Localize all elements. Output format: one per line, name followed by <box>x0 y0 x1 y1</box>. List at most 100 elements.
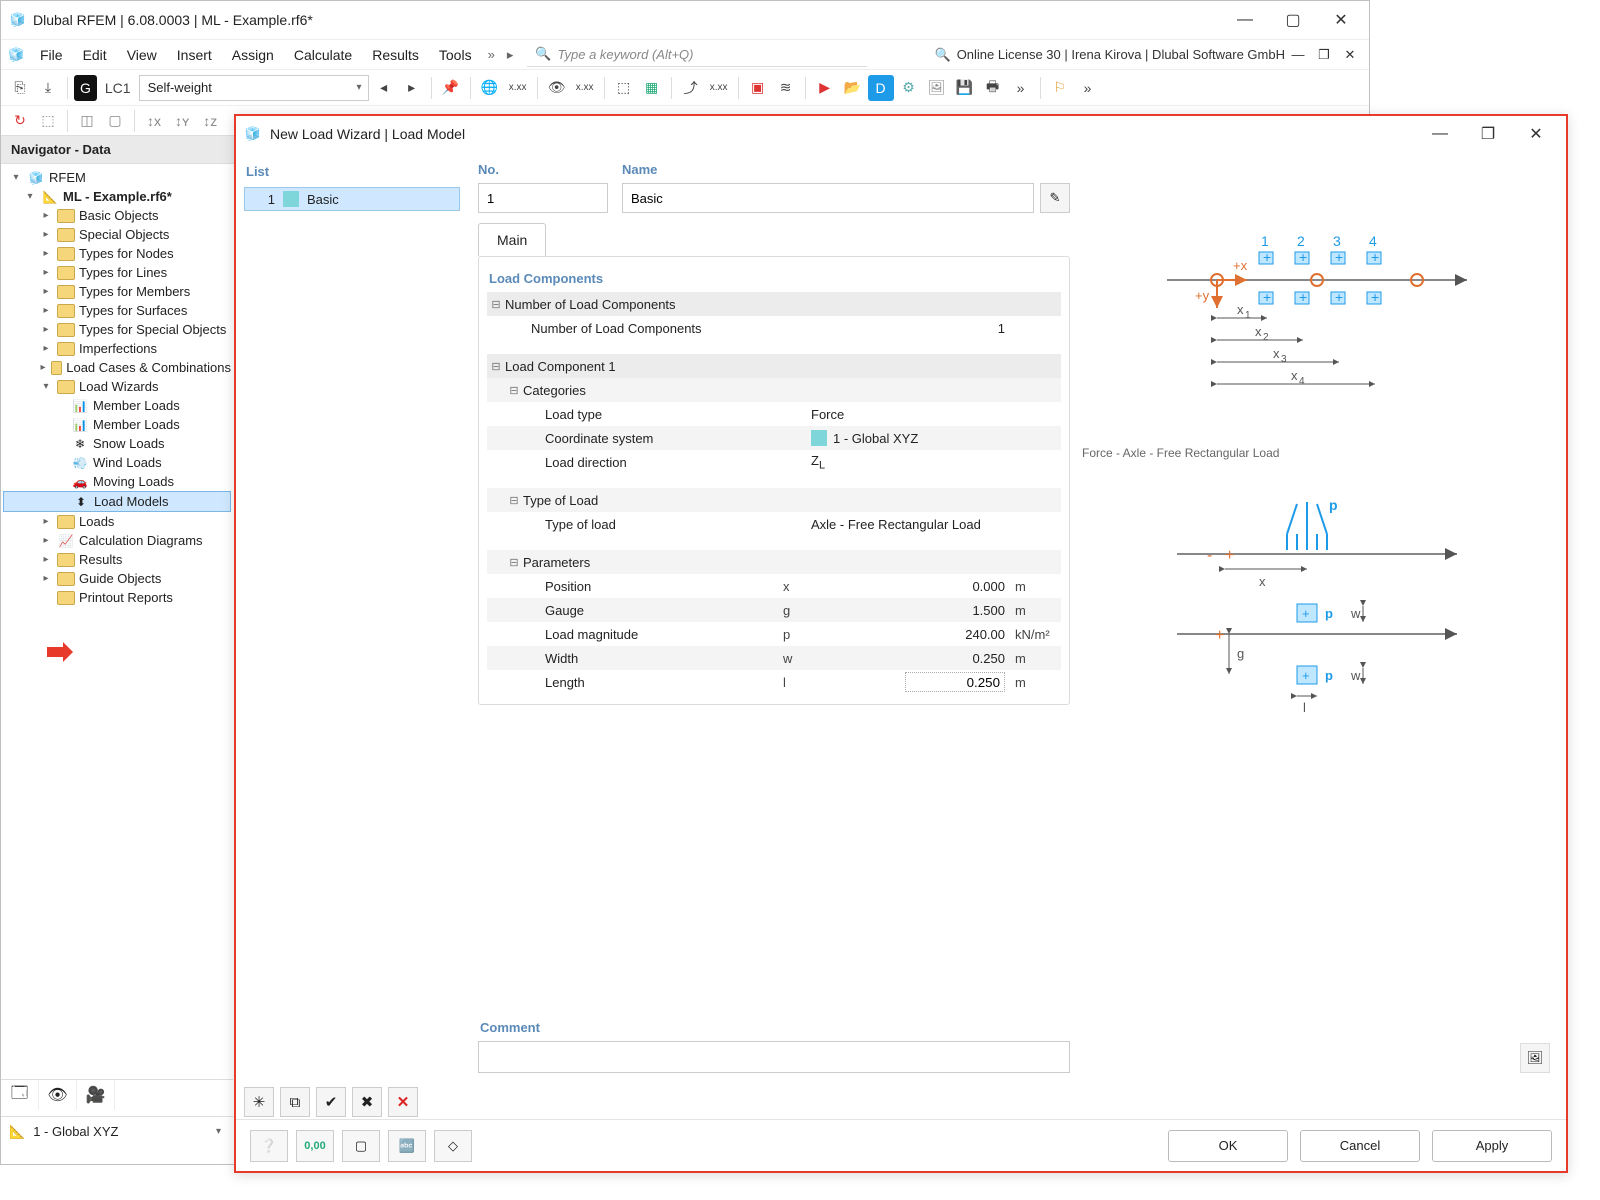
expand-icon[interactable]: ▸ <box>39 210 53 221</box>
menu-insert[interactable]: Insert <box>167 43 222 67</box>
collapse-icon[interactable]: ⊟ <box>505 494 523 507</box>
expand-icon[interactable]: ▾ <box>23 191 37 202</box>
expand-icon[interactable]: ▸ <box>39 516 53 527</box>
lc-prev[interactable]: ◂ <box>371 75 397 101</box>
tree-folder[interactable]: ▾ Load Wizards <box>3 377 231 396</box>
tree-folder[interactable]: ▸ Loads <box>3 512 231 531</box>
tb-eye-icon[interactable]: 👁 <box>544 75 570 101</box>
tb2-ax2-icon[interactable]: ↕ʏ <box>169 108 195 134</box>
tb-grid-icon[interactable]: ▦ <box>639 75 665 101</box>
expand-icon[interactable]: ▸ <box>39 535 53 546</box>
tree-folder[interactable]: ▸ 📈Calculation Diagrams <box>3 531 231 550</box>
pg-section-comp1[interactable]: ⊟ Load Component 1 <box>487 354 1061 378</box>
tb-pin-icon[interactable]: 📌 <box>438 75 464 101</box>
tb-anim2-icon[interactable]: ≋ <box>773 75 799 101</box>
menu-overflow[interactable]: » <box>482 47 501 62</box>
tree-folder[interactable]: Printout Reports <box>3 588 231 607</box>
tb-overflow2[interactable]: » <box>1075 75 1101 101</box>
pg-row-params-h[interactable]: ⊟ Parameters <box>487 550 1061 574</box>
menu-view[interactable]: View <box>117 43 167 67</box>
tb2-box2-icon[interactable]: ▢ <box>102 108 128 134</box>
tb2-box-icon[interactable]: ⬚ <box>35 108 61 134</box>
expand-icon[interactable]: ▸ <box>39 267 53 278</box>
list-uncheck-button[interactable]: ✖ <box>352 1087 382 1117</box>
tb-xxx-icon[interactable]: x.xx <box>505 75 531 101</box>
tb-probe-icon[interactable]: ⤴ <box>678 75 704 101</box>
mdi-minimize[interactable]: — <box>1285 44 1311 66</box>
tree-folder[interactable]: ▸ Types for Surfaces <box>3 301 231 320</box>
expand-icon[interactable]: ▸ <box>39 324 53 335</box>
apply-button[interactable]: Apply <box>1432 1130 1552 1162</box>
tree-wizard-item[interactable]: ⬍ Load Models <box>3 491 231 512</box>
list-new-button[interactable]: ✳ <box>244 1087 274 1117</box>
tree-folder[interactable]: ▸ Types for Nodes <box>3 244 231 263</box>
tree-wizard-item[interactable]: 📊 Member Loads <box>3 396 231 415</box>
tb-folder-icon[interactable]: 📂 <box>840 75 866 101</box>
tree-wizard-item[interactable]: 💨 Wind Loads <box>3 453 231 472</box>
tb2-cube2-icon[interactable]: ◫ <box>74 108 100 134</box>
collapse-icon[interactable]: ⊟ <box>487 360 505 373</box>
tb-cube-icon[interactable]: ⬚ <box>611 75 637 101</box>
lc-combo[interactable]: Self-weight <box>139 75 369 101</box>
pg-row-categories[interactable]: ⊟ Categories <box>487 378 1061 402</box>
tb-xxx3-icon[interactable]: x.xx <box>706 75 732 101</box>
collapse-icon[interactable]: ⊟ <box>505 384 523 397</box>
pg-row-param[interactable]: Gauge g 1.500 m <box>487 598 1061 622</box>
units-button[interactable]: 0,00 <box>296 1130 334 1162</box>
tb-icon-2[interactable]: ⤓ <box>35 75 61 101</box>
view1-button[interactable]: ▢ <box>342 1130 380 1162</box>
help-button[interactable]: ❔ <box>250 1130 288 1162</box>
expand-icon[interactable]: ▸ <box>39 305 53 316</box>
tb2-ax3-icon[interactable]: ↕z <box>197 108 223 134</box>
comment-input[interactable] <box>478 1041 1070 1073</box>
pg-row-loadtype[interactable]: Load type Force <box>487 402 1061 426</box>
list-row[interactable]: 1 Basic <box>244 187 460 211</box>
menu-file[interactable]: File <box>30 43 73 67</box>
list-check-button[interactable]: ✔ <box>316 1087 346 1117</box>
expand-icon[interactable]: ▾ <box>39 381 53 392</box>
pg-row-typeofload[interactable]: Type of load Axle - Free Rectangular Loa… <box>487 512 1061 536</box>
app-menu-icon[interactable]: 🧊 <box>8 47 26 63</box>
tb-gear-icon[interactable]: ⚙ <box>896 75 922 101</box>
tb-flag-icon[interactable]: ⚐ <box>1047 75 1073 101</box>
tree-folder[interactable]: ▸ Types for Lines <box>3 263 231 282</box>
tree-folder[interactable]: ▸ Imperfections <box>3 339 231 358</box>
expand-icon[interactable]: ▸ <box>39 229 53 240</box>
expand-icon[interactable]: ▸ <box>39 343 53 354</box>
expand-icon[interactable]: ▸ <box>39 362 47 373</box>
list-copy-button[interactable]: ⧉ <box>280 1087 310 1117</box>
tree-folder[interactable]: ▸ Basic Objects <box>3 206 231 225</box>
cancel-button[interactable]: Cancel <box>1300 1130 1420 1162</box>
minimize-button[interactable]: — <box>1221 3 1269 37</box>
tb-print-icon[interactable]: 🖶 <box>980 75 1006 101</box>
list-delete-button[interactable]: ✕ <box>388 1087 418 1117</box>
pg-row-param[interactable]: Width w 0.250 m <box>487 646 1061 670</box>
tb-save-icon[interactable]: 💾 <box>952 75 978 101</box>
tb2-ax1-icon[interactable]: ↕x <box>141 108 167 134</box>
mdi-close[interactable]: ✕ <box>1337 44 1363 66</box>
pg-row-param[interactable]: Load magnitude p 240.00 kN/m² <box>487 622 1061 646</box>
pg-row-typeofload-h[interactable]: ⊟ Type of Load <box>487 488 1061 512</box>
collapse-icon[interactable]: ⊟ <box>487 298 505 311</box>
navigator-tree[interactable]: ▾🧊RFEM ▾📐ML - Example.rf6* ▸ Basic Objec… <box>1 164 233 884</box>
coord-system-combo[interactable]: 📐 1 - Global XYZ <box>1 1116 233 1146</box>
collapse-icon[interactable]: ⊟ <box>505 556 523 569</box>
tab-main[interactable]: Main <box>478 223 546 256</box>
menu-assign[interactable]: Assign <box>222 43 284 67</box>
expand-icon[interactable]: ▸ <box>39 554 53 565</box>
pg-row-numcomp[interactable]: Number of Load Components 1 <box>487 316 1061 340</box>
view-data-icon[interactable]: 🗔 <box>1 1080 39 1110</box>
view2-button[interactable]: 🔤 <box>388 1130 426 1162</box>
no-input[interactable] <box>478 183 608 213</box>
mdi-restore[interactable]: ❐ <box>1311 44 1337 66</box>
diagram-export-button[interactable]: 🖼 <box>1520 1043 1550 1073</box>
expand-icon[interactable]: ▸ <box>39 573 53 584</box>
name-input[interactable] <box>622 183 1034 213</box>
view3-button[interactable]: ◇ <box>434 1130 472 1162</box>
expand-icon[interactable]: ▾ <box>9 172 23 183</box>
tree-folder[interactable]: ▸ Special Objects <box>3 225 231 244</box>
tb-pic-icon[interactable]: 🖼 <box>924 75 950 101</box>
view-cam-icon[interactable]: 🎥 <box>77 1080 115 1110</box>
pg-row-param[interactable]: Position x 0.000 m <box>487 574 1061 598</box>
tree-wizard-item[interactable]: ❄ Snow Loads <box>3 434 231 453</box>
